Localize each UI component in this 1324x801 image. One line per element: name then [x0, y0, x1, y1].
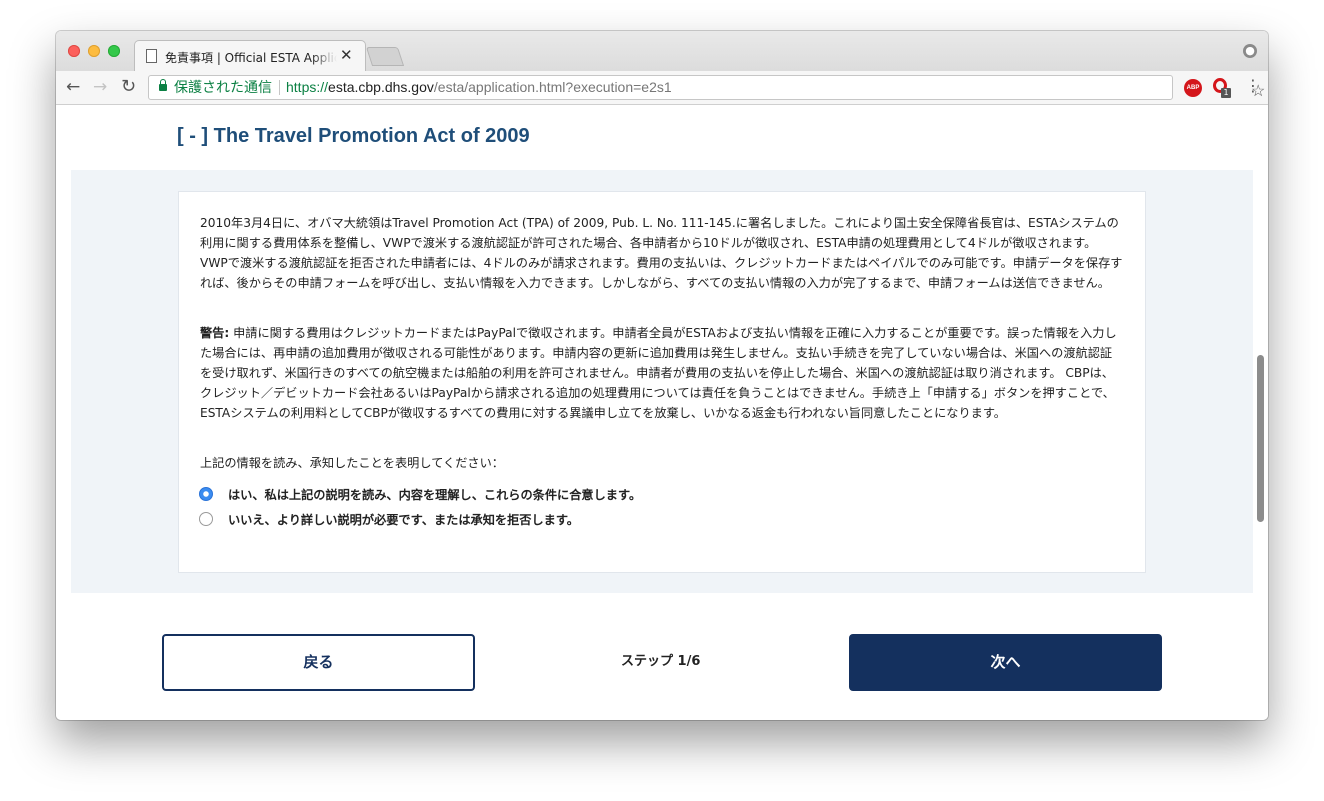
tpa-paragraph: 2010年3月4日に、オバマ大統領はTravel Promotion Act (…	[200, 216, 1123, 290]
next-button[interactable]: 次へ	[849, 634, 1162, 691]
tab-close-icon[interactable]: ✕	[340, 46, 353, 64]
browser-window: 免責事項 | Official ESTA Applic ✕ ● ← → ↻ 保護…	[56, 31, 1268, 720]
warning-label: 警告:	[200, 326, 230, 340]
secure-label: 保護された通信	[174, 79, 272, 95]
page-viewport: [ - ] The Travel Promotion Act of 2009 2…	[56, 105, 1268, 720]
scrollbar-thumb[interactable]	[1257, 355, 1264, 522]
disclaimer-card: 2010年3月4日に、オバマ大統領はTravel Promotion Act (…	[178, 191, 1146, 573]
back-arrow-icon[interactable]: ←	[66, 77, 80, 97]
profile-icon[interactable]: ●	[1243, 44, 1257, 58]
new-tab-button[interactable]	[365, 47, 405, 66]
decline-radio[interactable]	[199, 512, 213, 526]
zoom-window-button[interactable]	[108, 45, 120, 57]
active-tab[interactable]: 免責事項 | Official ESTA Applic ✕	[134, 40, 366, 71]
close-window-button[interactable]	[68, 45, 80, 57]
url-host: esta.cbp.dhs.gov	[328, 79, 434, 95]
browser-menu-icon[interactable]: ⋮	[1245, 76, 1261, 96]
extension-badge: 1	[1221, 88, 1231, 98]
decline-label[interactable]: いいえ、より詳しい説明が必要です、または承知を拒否します。	[228, 510, 579, 528]
step-indicator: ステップ 1/6	[621, 654, 701, 669]
agree-radio[interactable]	[199, 487, 213, 501]
acknowledge-prompt: 上記の情報を読み、承知したことを表明してください：	[200, 456, 504, 470]
browser-toolbar: ← → ↻ 保護された通信 https://esta.cbp.dhs.gov/e…	[56, 71, 1268, 105]
lock-icon	[159, 79, 167, 91]
forward-arrow-icon[interactable]: →	[93, 77, 107, 97]
minimize-window-button[interactable]	[88, 45, 100, 57]
tab-title: 免責事項 | Official ESTA Applic	[165, 51, 337, 65]
address-divider	[279, 80, 280, 95]
back-button[interactable]: 戻る	[162, 634, 475, 691]
warning-paragraph: 警告: 申請に関する費用はクレジットカードまたはPayPalで徴収されます。申請…	[200, 323, 1124, 423]
agree-label[interactable]: はい、私は上記の説明を読み、内容を理解し、これらの条件に合意します。	[228, 485, 641, 503]
address-bar[interactable]: 保護された通信 https://esta.cbp.dhs.gov/esta/ap…	[148, 75, 1265, 100]
url-text[interactable]: https://esta.cbp.dhs.gov/esta/applicatio…	[286, 76, 672, 99]
url-path: /esta/application.html?execution=e2s1	[433, 79, 672, 95]
tab-bar: 免責事項 | Official ESTA Applic ✕ ●	[56, 31, 1268, 71]
url-scheme: https://	[286, 79, 329, 95]
reload-icon[interactable]: ↻	[121, 77, 136, 97]
page-icon	[146, 49, 157, 63]
adblock-plus-icon[interactable]: ABP	[1184, 79, 1202, 97]
warning-text: 申請に関する費用はクレジットカードまたはPayPalで徴収されます。申請者全員が…	[200, 326, 1117, 420]
section-title[interactable]: [ - ] The Travel Promotion Act of 2009	[177, 125, 530, 148]
